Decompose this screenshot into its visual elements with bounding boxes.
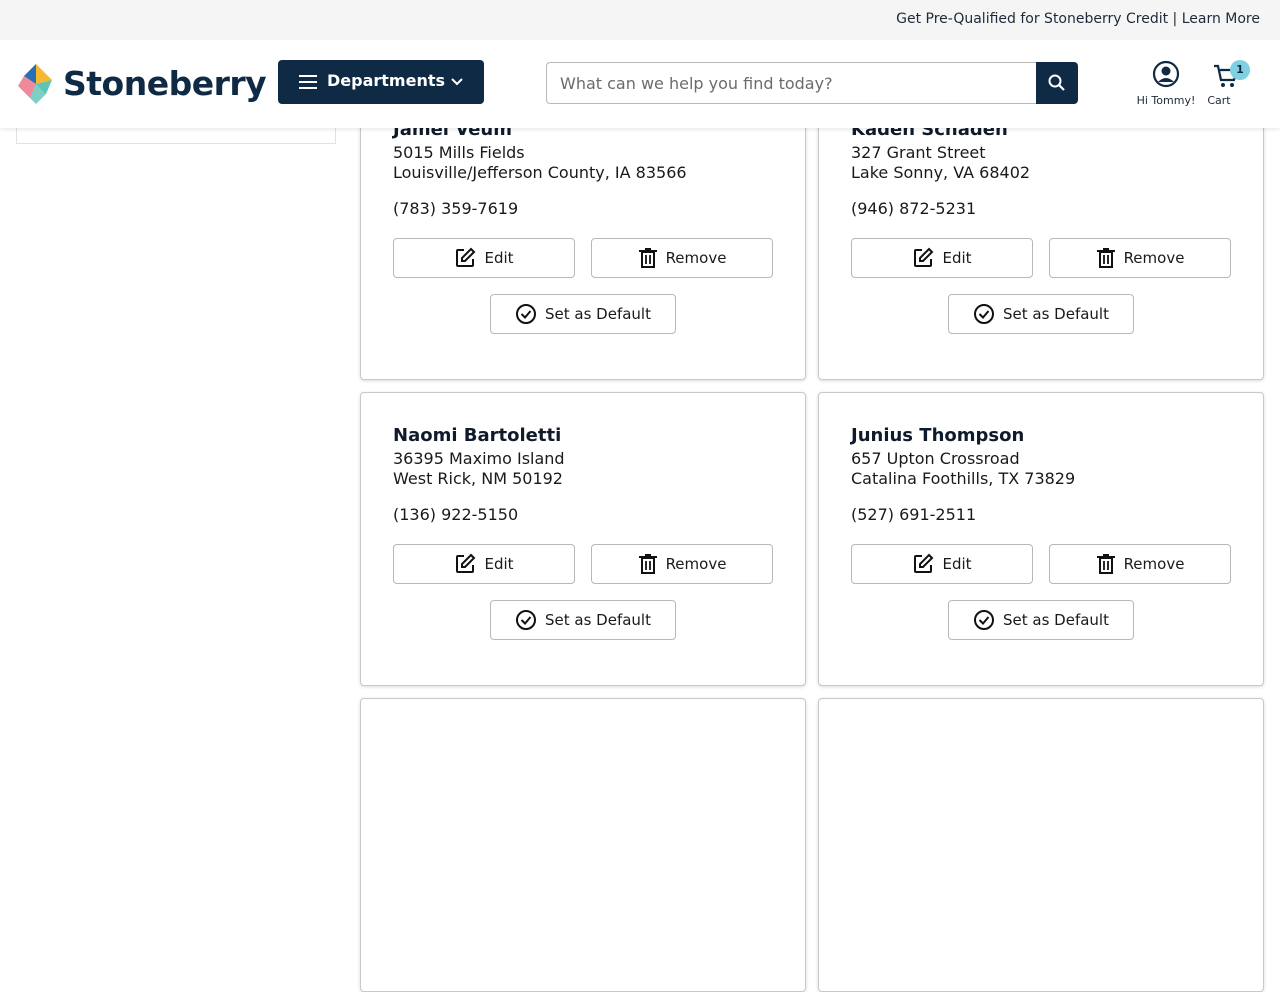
remove-label: Remove bbox=[1123, 555, 1185, 573]
remove-button[interactable]: Remove bbox=[1049, 544, 1231, 584]
set-default-label: Set as Default bbox=[545, 305, 651, 323]
trash-icon bbox=[1096, 554, 1115, 574]
address-card: Naomi Bartoletti 36395 Maximo Island Wes… bbox=[360, 392, 806, 686]
logo-text: Stoneberry bbox=[63, 64, 267, 103]
edit-icon bbox=[456, 553, 476, 573]
edit-button[interactable]: Edit bbox=[851, 544, 1033, 584]
hamburger-icon bbox=[299, 75, 317, 89]
address-street: 327 Grant Street bbox=[851, 143, 986, 162]
edit-label: Edit bbox=[484, 555, 514, 573]
address-card bbox=[818, 698, 1264, 992]
remove-button[interactable]: Remove bbox=[1049, 238, 1231, 278]
edit-icon bbox=[456, 247, 476, 267]
remove-button[interactable]: Remove bbox=[591, 238, 773, 278]
trash-icon bbox=[638, 248, 657, 268]
address-city: West Rick, NM 50192 bbox=[393, 469, 563, 488]
departments-button[interactable]: Departments bbox=[278, 60, 484, 104]
address-name: Junius Thompson bbox=[851, 425, 1025, 446]
cart-button[interactable]: 1 Cart bbox=[1206, 60, 1256, 112]
promo-bar: Get Pre-Qualified for Stoneberry Credit … bbox=[0, 0, 1280, 40]
address-city: Catalina Foothills, TX 73829 bbox=[851, 469, 1076, 488]
address-city: Louisville/Jefferson County, IA 83566 bbox=[393, 163, 687, 182]
address-phone: (527) 691-2511 bbox=[851, 505, 977, 524]
address-street: 657 Upton Crossroad bbox=[851, 449, 1020, 468]
trash-icon bbox=[638, 554, 657, 574]
site-header: Stoneberry Departments Hi Tommy! bbox=[0, 40, 1280, 128]
set-default-button[interactable]: Set as Default bbox=[948, 294, 1134, 334]
check-circle-icon bbox=[516, 610, 536, 630]
departments-label: Departments bbox=[327, 71, 446, 90]
promo-text[interactable]: Get Pre-Qualified for Stoneberry Credit … bbox=[896, 11, 1260, 27]
trash-icon bbox=[1096, 248, 1115, 268]
address-city: Lake Sonny, VA 68402 bbox=[851, 163, 1031, 182]
set-default-button[interactable]: Set as Default bbox=[948, 600, 1134, 640]
edit-icon bbox=[914, 553, 934, 573]
account-icon bbox=[1152, 60, 1180, 88]
search-button[interactable] bbox=[1036, 62, 1078, 104]
address-card: Jamel Veum 5015 Mills Fields Louisville/… bbox=[360, 86, 806, 380]
address-street: 5015 Mills Fields bbox=[393, 143, 525, 162]
chevron-down-icon bbox=[451, 78, 463, 86]
set-default-button[interactable]: Set as Default bbox=[490, 600, 676, 640]
set-default-label: Set as Default bbox=[1003, 611, 1109, 629]
cart-count-badge: 1 bbox=[1230, 60, 1250, 80]
edit-icon bbox=[914, 247, 934, 267]
address-card: Junius Thompson 657 Upton Crossroad Cata… bbox=[818, 392, 1264, 686]
address-card: Kaden Schaden 327 Grant Street Lake Sonn… bbox=[818, 86, 1264, 380]
remove-label: Remove bbox=[1123, 249, 1185, 267]
cart-label: Cart bbox=[1207, 94, 1231, 107]
edit-button[interactable]: Edit bbox=[851, 238, 1033, 278]
address-card bbox=[360, 698, 806, 992]
check-circle-icon bbox=[974, 610, 994, 630]
set-default-label: Set as Default bbox=[1003, 305, 1109, 323]
check-circle-icon bbox=[974, 304, 994, 324]
set-default-button[interactable]: Set as Default bbox=[490, 294, 676, 334]
edit-label: Edit bbox=[942, 249, 972, 267]
check-circle-icon bbox=[516, 304, 536, 324]
logo[interactable]: Stoneberry bbox=[16, 62, 267, 106]
edit-button[interactable]: Edit bbox=[393, 544, 575, 584]
search-icon bbox=[1048, 74, 1065, 91]
remove-label: Remove bbox=[665, 555, 727, 573]
promo-link[interactable]: Get Pre-Qualified for Stoneberry Credit … bbox=[896, 11, 1260, 27]
edit-label: Edit bbox=[942, 555, 972, 573]
address-street: 36395 Maximo Island bbox=[393, 449, 565, 468]
logo-mark-icon bbox=[18, 64, 52, 104]
remove-button[interactable]: Remove bbox=[591, 544, 773, 584]
address-phone: (783) 359-7619 bbox=[393, 199, 519, 218]
set-default-label: Set as Default bbox=[545, 611, 651, 629]
address-name: Naomi Bartoletti bbox=[393, 425, 562, 446]
account-label: Hi Tommy! bbox=[1136, 94, 1196, 107]
address-phone: (136) 922-5150 bbox=[393, 505, 519, 524]
address-phone: (946) 872-5231 bbox=[851, 199, 977, 218]
search-input[interactable] bbox=[546, 62, 1036, 104]
account-button[interactable]: Hi Tommy! bbox=[1130, 60, 1202, 112]
remove-label: Remove bbox=[665, 249, 727, 267]
edit-button[interactable]: Edit bbox=[393, 238, 575, 278]
edit-label: Edit bbox=[484, 249, 514, 267]
